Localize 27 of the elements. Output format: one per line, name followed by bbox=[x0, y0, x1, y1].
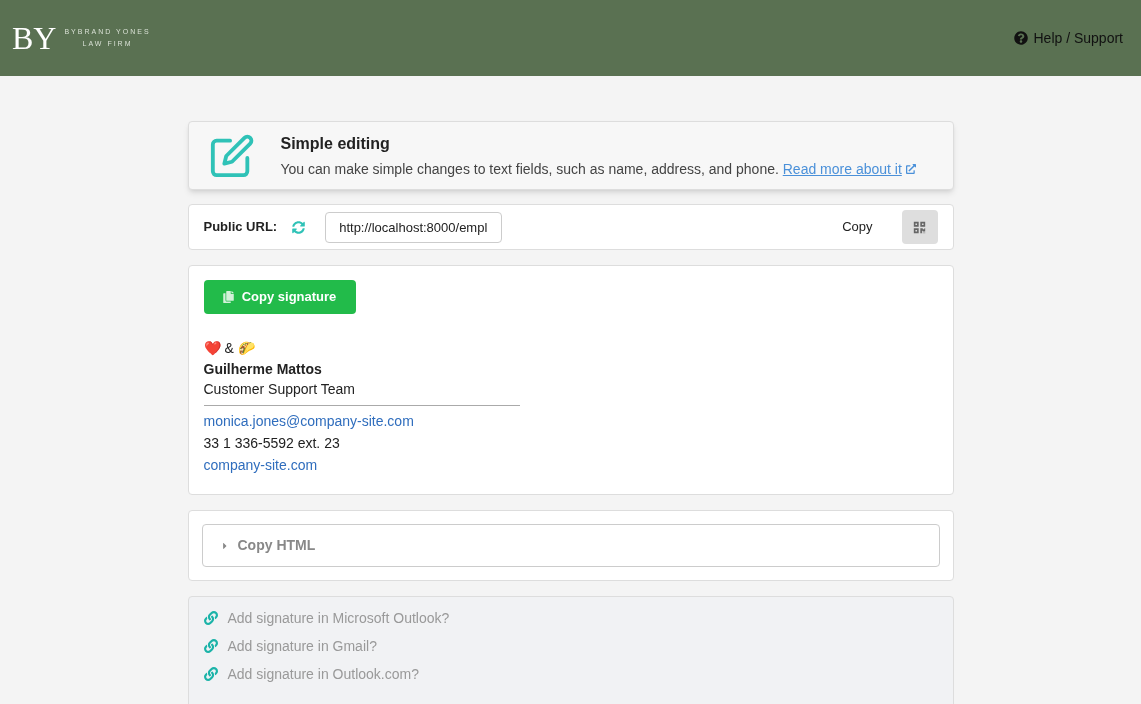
help-support-link[interactable]: Help / Support bbox=[1013, 28, 1123, 48]
qr-code-button[interactable] bbox=[901, 210, 938, 244]
url-label: Public URL: bbox=[203, 218, 278, 237]
link-icon bbox=[203, 667, 218, 681]
help-link[interactable]: Add signature in Outlook.com? bbox=[203, 665, 419, 683]
copy-url-button[interactable]: Copy bbox=[826, 210, 889, 244]
qr-code-icon bbox=[913, 220, 926, 234]
help-link[interactable]: Add signature in Microsoft Outlook? bbox=[203, 609, 450, 627]
help-link[interactable]: Add signature in Gmail? bbox=[203, 637, 377, 655]
website-link[interactable]: company-site.com bbox=[203, 454, 318, 476]
link-icon bbox=[203, 639, 218, 653]
signature-tagline: ❤ & 🌮 bbox=[203, 339, 256, 358]
copy-html-toggle[interactable]: Copy HTML bbox=[201, 524, 940, 567]
logo-monogram: BY bbox=[12, 22, 57, 54]
read-more-link[interactable]: Read more about it bbox=[782, 158, 916, 180]
link-icon bbox=[203, 611, 218, 625]
notice-title: Simple editing bbox=[280, 133, 391, 154]
external-link-icon bbox=[905, 164, 916, 174]
signature-team: Customer Support Team bbox=[203, 380, 356, 399]
copy-icon bbox=[222, 291, 234, 303]
email-link[interactable]: monica.jones@company-site.com bbox=[203, 410, 414, 432]
phone-number: 33 1 336-5592 ext. 23 bbox=[203, 434, 341, 453]
help-icon bbox=[1013, 31, 1028, 45]
copy-signature-button[interactable]: Copy signature bbox=[203, 280, 356, 314]
url-field[interactable]: http://localhost:8000/empl bbox=[325, 211, 503, 243]
signature-name: Guilherme Mattos bbox=[203, 360, 323, 379]
notice-text: You can make simple changes to text fields, such as name, address, and phone. Read more about it bbox=[280, 158, 916, 180]
